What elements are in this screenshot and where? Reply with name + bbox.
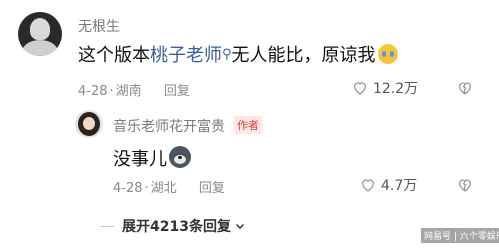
search-icon[interactable]: ⚲ [222,47,232,62]
reply-meta: 4-28 · 湖北 回复 [113,177,225,196]
reply-button[interactable]: 回复 [199,181,225,196]
avatar[interactable] [18,12,62,56]
search-highlight-link[interactable]: 桃子老师 [150,45,222,66]
comment-location: 湖南 [115,84,142,99]
crying-face-icon [377,44,398,64]
divider-line [100,225,114,227]
reply-date: 4-28 [113,181,143,196]
dog-face-icon [169,146,191,168]
reply-username[interactable]: 音乐老师花开富贵 [113,119,225,135]
expand-replies-button[interactable]: 展开4213条回复 [100,216,246,236]
meta-separator: · [109,84,114,99]
avatar-head [30,18,50,40]
watermark: 网易号 | 六个零娱乐 [421,228,499,243]
heart-icon [353,82,367,95]
comment-text: 这个版本桃子老师⚲无人能比，原谅我 [78,41,398,67]
chevron-down-icon [235,223,244,230]
avatar-face [83,117,95,130]
reply-text: 没事儿 [113,145,191,171]
expand-replies-label: 展开4213条回复 [122,219,231,235]
comment-text-before: 这个版本 [78,45,150,66]
comment-text-after: 无人能比，原谅我 [231,45,376,66]
reply-text-content: 没事儿 [113,149,167,170]
reply-location: 湖北 [150,181,177,196]
comment-date: 4-28 [78,84,108,99]
like-button[interactable]: 12.2万 [352,78,418,98]
avatar-shoulders [22,40,58,56]
reply-button[interactable]: 回复 [164,84,190,99]
broken-heart-icon[interactable] [457,177,473,193]
author-badge: 作者 [233,116,263,134]
meta-separator: · [144,181,149,196]
comment-meta: 4-28 · 湖南 回复 [78,80,190,99]
like-count: 12.2万 [373,81,419,97]
reply-username-row: 音乐老师花开富贵 作者 [113,116,263,136]
like-button[interactable]: 4.7万 [360,175,417,195]
reply-avatar[interactable] [75,110,103,138]
heart-icon [361,179,375,192]
like-count: 4.7万 [381,178,418,194]
comment-username[interactable]: 无根生 [78,16,120,36]
broken-heart-icon[interactable] [457,80,473,96]
